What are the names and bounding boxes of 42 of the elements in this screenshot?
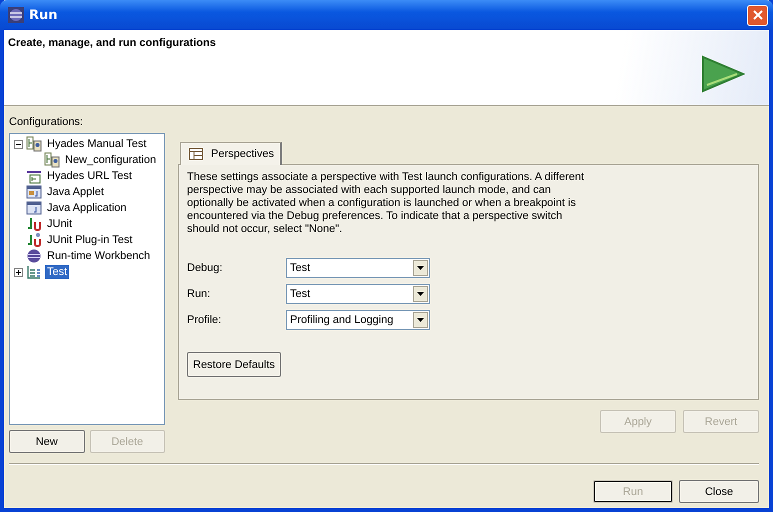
- dropdown-arrow-icon: [417, 318, 424, 322]
- configurations-label: Configurations:: [9, 116, 84, 130]
- tree-item[interactable]: Run-time Workbench: [45, 249, 152, 263]
- close-button[interactable]: [747, 4, 768, 26]
- tree-item[interactable]: New_configuration: [63, 153, 158, 167]
- dropdown[interactable]: Test: [286, 284, 430, 304]
- junit-plugin-icon: [26, 232, 42, 248]
- collapse-toggle[interactable]: [14, 140, 23, 148]
- expand-toggle[interactable]: [14, 268, 23, 276]
- tree-item[interactable]: Test: [45, 265, 70, 279]
- close-dialog-button[interactable]: Close: [679, 480, 759, 503]
- dropdown[interactable]: Test: [286, 258, 430, 278]
- header-title: Create, manage, and run configurations: [8, 37, 216, 49]
- tree-item[interactable]: Hyades Manual Test: [45, 137, 148, 151]
- field-label: Run:: [187, 288, 212, 300]
- eclipse-icon: [26, 248, 42, 264]
- application-window-icon: [26, 200, 42, 216]
- tree-item[interactable]: JUnit Plug-in Test: [45, 233, 134, 247]
- layout-icon: [189, 148, 203, 160]
- applet-window-icon: [26, 184, 42, 200]
- globe-icon: [8, 7, 24, 23]
- test-suite-icon: [26, 264, 42, 280]
- play-icon: [701, 55, 745, 93]
- tab[interactable]: Perspectives: [180, 142, 282, 165]
- new-button[interactable]: New: [9, 430, 84, 453]
- dropdown[interactable]: Profiling and Logging: [286, 310, 430, 330]
- tree-item[interactable]: JUnit: [45, 217, 74, 231]
- restore-defaults-button[interactable]: Restore Defaults: [187, 352, 281, 377]
- tree-item[interactable]: Java Applet: [45, 185, 106, 199]
- field-label: Profile:: [187, 314, 222, 326]
- description-text: These settings associate a perspective with Test launch configurations. A different perspective may be associated with each supported launch mode, and can optionally be activated when a configuration is launched or when a breakpoint is encountered via the Debug preferences. To indicate that a perspective switch should not occur, select "None".: [187, 171, 586, 236]
- web-test-icon: [26, 168, 42, 184]
- test-document-icon: [26, 136, 42, 152]
- tree-item[interactable]: Java Application: [45, 201, 128, 215]
- close-icon: [752, 10, 762, 20]
- window-title: Run: [29, 8, 59, 22]
- field-label: Debug:: [187, 262, 224, 274]
- dropdown-arrow-icon: [417, 266, 424, 270]
- junit-icon: [26, 216, 42, 232]
- test-document-icon: [44, 152, 60, 168]
- dropdown-arrow-icon: [417, 292, 424, 296]
- tree-item[interactable]: Hyades URL Test: [45, 169, 134, 183]
